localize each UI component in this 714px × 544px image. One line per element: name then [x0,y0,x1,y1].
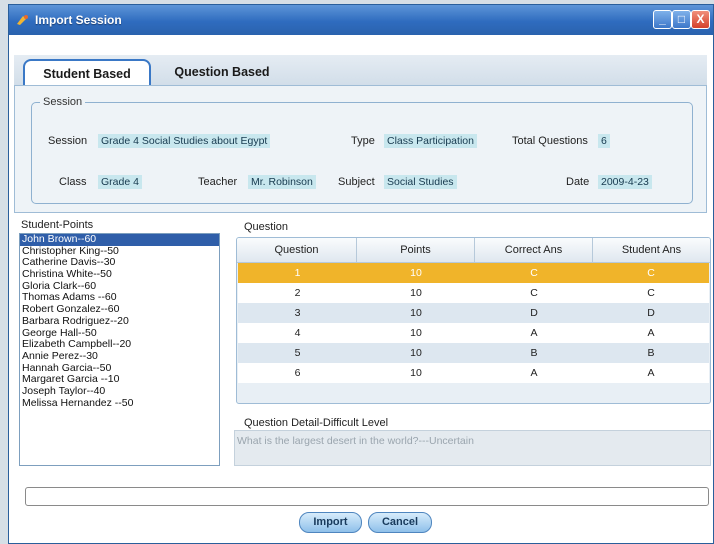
points-cell: 10 [410,327,422,339]
total-questions-label: Total Questions [512,135,588,147]
student-ans-cell: C [647,287,655,299]
student-ans-cell: A [647,367,655,379]
student-list-item[interactable]: John Brown--60 [20,233,219,246]
import-button[interactable]: Import [299,512,362,533]
session-legend: Session [43,96,83,108]
date-value: 2009-4-23 [598,175,652,189]
type-value: Class Participation [384,134,477,148]
student-ans-cell: D [647,307,655,319]
subject-value: Social Studies [384,175,457,189]
student-ans-cell: A [647,327,655,339]
points-cell: 10 [410,287,422,299]
title-bar[interactable]: Import Session _ □ X [9,5,713,35]
table-row[interactable]: 4 10 A A [238,323,709,343]
maximize-button[interactable]: □ [672,10,691,29]
question-detail-title: Question Detail-Difficult Level [244,417,389,429]
student-list-item[interactable]: Melissa Hernandez --50 [20,397,219,410]
table-row[interactable]: 1 10 C C [238,263,709,283]
points-cell: 10 [410,347,422,359]
class-label: Class [59,176,87,188]
points-cell: 10 [410,267,422,279]
progress-bar [25,487,709,506]
question-cell: 3 [294,307,301,319]
student-points-list[interactable]: John Brown--60 Christopher King--50 Cath… [19,233,220,466]
close-button[interactable]: X [691,10,710,29]
correct-ans-cell: C [530,287,538,299]
student-list-item[interactable]: Annie Perez--30 [20,350,219,363]
question-cell: 2 [294,287,301,299]
cancel-button[interactable]: Cancel [368,512,432,533]
total-questions-value: 6 [598,134,610,148]
column-header-correct-ans[interactable]: Correct Ans [475,238,593,262]
class-value: Grade 4 [98,175,142,189]
correct-ans-cell: B [530,347,538,359]
table-row[interactable]: 6 10 A A [238,363,709,383]
correct-ans-cell: D [530,307,538,319]
correct-ans-cell: A [530,367,538,379]
table-header: Question Points Correct Ans Student Ans [237,238,710,263]
column-header-student-ans[interactable]: Student Ans [593,238,710,262]
session-label: Session [48,135,88,147]
question-cell: 6 [294,367,301,379]
session-group: Session Session Grade 4 Social Studies a… [31,96,693,204]
student-ans-cell: C [647,267,655,279]
tab-student-based[interactable]: Student Based [23,59,151,85]
question-title: Question [244,221,289,233]
window-title: Import Session [35,13,122,27]
question-detail-text: What is the largest desert in the world?… [237,435,474,447]
points-cell: 10 [410,367,422,379]
student-points-title: Student-Points [21,219,94,231]
correct-ans-cell: A [530,327,538,339]
date-label: Date [566,176,590,188]
table-row[interactable]: 2 10 C C [238,283,709,303]
column-header-points[interactable]: Points [357,238,475,262]
table-row[interactable]: 5 10 B B [238,343,709,363]
question-cell: 4 [294,327,301,339]
question-detail-box[interactable]: What is the largest desert in the world?… [234,430,711,466]
tab-question-based[interactable]: Question Based [166,59,278,85]
student-ans-cell: B [647,347,655,359]
student-list-item[interactable]: Barbara Rodriguez--20 [20,315,219,328]
question-cell: 1 [294,267,301,279]
column-header-question[interactable]: Question [237,238,357,262]
question-table: Question Points Correct Ans Student Ans … [236,237,711,404]
question-cell: 5 [294,347,301,359]
correct-ans-cell: C [530,267,538,279]
points-cell: 10 [410,307,422,319]
table-row[interactable]: 3 10 D D [238,303,709,323]
teacher-label: Teacher [198,176,238,188]
session-value: Grade 4 Social Studies about Egypt [98,134,271,148]
tab-bar: Student Based Question Based [14,55,707,85]
student-list-item[interactable]: Joseph Taylor--40 [20,385,219,398]
type-label: Type [351,135,375,147]
app-icon [17,15,28,25]
minimize-button[interactable]: _ [653,10,672,29]
session-panel: Session Session Grade 4 Social Studies a… [14,85,707,213]
subject-label: Subject [338,176,375,188]
teacher-value: Mr. Robinson [248,175,316,189]
student-list-item[interactable]: Christina White--50 [20,268,219,281]
